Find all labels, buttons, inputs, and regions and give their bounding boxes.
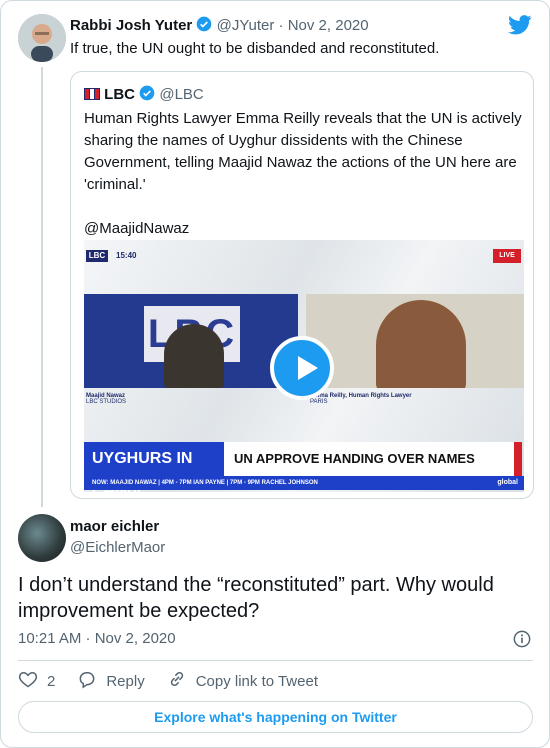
ticker-accent: [514, 442, 522, 476]
twitter-bird-icon[interactable]: [508, 15, 532, 40]
info-icon[interactable]: [513, 630, 531, 653]
video-channel-logo: LBC: [86, 250, 108, 262]
quoted-tweet-text: Human Rights Lawyer Emma Reilly reveals …: [84, 110, 522, 193]
guest-caption-location: PARIS: [310, 399, 328, 405]
copy-link-label: Copy link to Tweet: [195, 672, 318, 690]
guest-video-panel: [306, 294, 524, 388]
ticker-headline: UN APPROVE HANDING OVER NAMES: [224, 442, 514, 476]
quoted-tweet-header: LBC @LBC: [84, 85, 204, 105]
ticker-brand: global: [497, 479, 518, 486]
quoted-tweet-body: Human Rights Lawyer Emma Reilly reveals …: [84, 108, 524, 240]
parent-tweet-date[interactable]: Nov 2, 2020: [288, 17, 369, 34]
reply-tweet-text: I don’t understand the “reconstituted” p…: [18, 574, 494, 622]
parent-author-avatar[interactable]: [18, 14, 66, 62]
explore-twitter-button[interactable]: Explore what's happening on Twitter: [18, 701, 533, 733]
mention-link[interactable]: @MaajidNawaz: [84, 218, 524, 240]
play-icon: [298, 356, 318, 380]
video-clock: 15:40: [116, 251, 137, 260]
reply-label: Reply: [106, 672, 145, 690]
guest-figure: [376, 300, 466, 388]
thread-connector: [41, 67, 43, 507]
verified-badge-icon: [139, 85, 155, 105]
reply-button[interactable]: Reply: [77, 669, 145, 693]
studio-video-panel: LBC: [84, 294, 298, 388]
guest-caption: Emma Reilly, Human Rights Lawyer PARIS: [310, 393, 412, 405]
heart-icon: [18, 669, 47, 693]
verified-badge-icon: [196, 16, 212, 36]
reply-icon: [77, 669, 106, 693]
parent-tweet-text: If true, the UN ought to be disbanded an…: [70, 40, 440, 57]
tweet-actions: 2 Reply Copy link to Tweet: [18, 669, 340, 693]
quoted-author-handle[interactable]: @LBC: [159, 86, 203, 103]
date-separator: ·: [278, 17, 284, 34]
quoted-author-name[interactable]: LBC: [104, 86, 135, 103]
reply-author-handle[interactable]: @EichlerMaor: [70, 539, 165, 556]
video-player[interactable]: LBC 15:40 LIVE LBC Maajid Nawaz LBC STUD…: [84, 240, 524, 492]
ticker-schedule-bar: NOW: MAAJID NAWAZ | 4PM - 7PM IAN PAYNE …: [84, 476, 524, 490]
ticker-topic: UYGHURS IN CHINA: [84, 442, 224, 492]
reply-timestamp[interactable]: 10:21 AM · Nov 2, 2020: [18, 630, 176, 647]
studio-caption-location: LBC STUDIOS: [86, 399, 127, 405]
like-count: 2: [47, 672, 56, 690]
quoted-tweet[interactable]: LBC @LBC Human Rights Lawyer Emma Reilly…: [70, 71, 534, 499]
parent-author-handle[interactable]: @JYuter: [217, 17, 275, 34]
play-button[interactable]: [270, 336, 334, 400]
reply-author-avatar[interactable]: [18, 514, 66, 562]
live-badge: LIVE: [493, 249, 521, 263]
reply-author-name[interactable]: maor eichler: [70, 518, 159, 535]
parent-author-name[interactable]: Rabbi Josh Yuter: [70, 17, 192, 34]
like-button[interactable]: 2: [18, 669, 55, 693]
studio-caption: Maajid Nawaz LBC STUDIOS: [86, 393, 126, 405]
host-figure: [164, 324, 224, 388]
tweet-embed-card: Rabbi Josh Yuter @JYuter · Nov 2, 2020 I…: [0, 0, 550, 748]
parent-tweet-header: Rabbi Josh Yuter @JYuter · Nov 2, 2020: [70, 16, 369, 36]
lbc-logo-icon: [84, 87, 100, 104]
link-icon: [167, 669, 196, 693]
ticker-schedule: NOW: MAAJID NAWAZ | 4PM - 7PM IAN PAYNE …: [92, 480, 318, 486]
copy-link-button[interactable]: Copy link to Tweet: [167, 669, 318, 693]
divider: [18, 660, 533, 661]
